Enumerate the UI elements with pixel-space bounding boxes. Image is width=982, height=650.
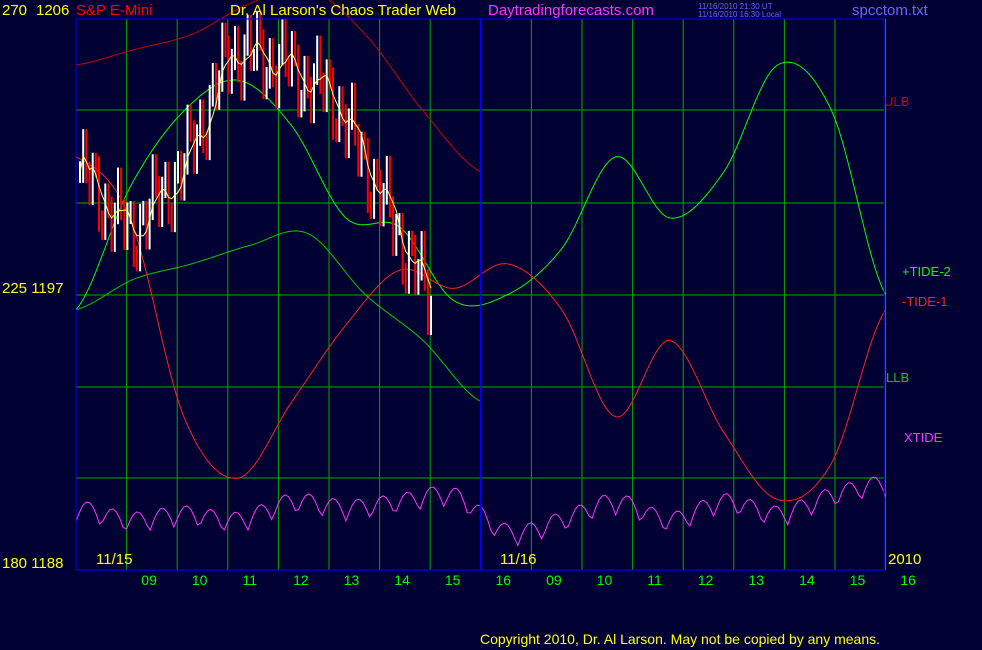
hour-label: 11 bbox=[647, 572, 662, 588]
time-local: 11/16/2010 16:30 Local bbox=[698, 10, 782, 19]
year-label: 2010 bbox=[888, 551, 922, 568]
tide1-label: -TIDE-1 bbox=[902, 294, 948, 309]
bottom-axis-label: 180 1188 bbox=[2, 555, 64, 572]
hour-label: 09 bbox=[141, 572, 157, 588]
symbol-label: S&P E-Mini bbox=[76, 2, 153, 19]
hour-label: 14 bbox=[394, 572, 410, 588]
copyright: Copyright 2010, Dr. Al Larson. May not b… bbox=[480, 631, 881, 647]
site-name: Daytradingforecasts.com bbox=[488, 2, 654, 19]
tide2-label: +TIDE-2 bbox=[902, 264, 951, 279]
hour-label: 09 bbox=[546, 572, 562, 588]
hour-label: 11 bbox=[242, 572, 258, 588]
hour-label: 10 bbox=[596, 572, 613, 588]
hour-label: 12 bbox=[293, 572, 309, 588]
date-label-2: 11/16 bbox=[500, 551, 537, 568]
top-price-label: 1206 bbox=[36, 2, 70, 19]
ulb-label: ULB bbox=[884, 94, 910, 109]
mid-axis-label: 225 1197 bbox=[2, 280, 64, 297]
top-left-axis-label: 270 bbox=[2, 2, 28, 19]
hour-label: 14 bbox=[799, 572, 815, 588]
hour-label: 16 bbox=[900, 572, 916, 588]
chart-canvas bbox=[0, 0, 982, 650]
llb-label: LLB bbox=[886, 370, 910, 385]
hour-label: 10 bbox=[191, 572, 208, 588]
file-name: spcctom.txt bbox=[852, 2, 928, 19]
hour-label: 16 bbox=[495, 572, 512, 588]
hour-label: 13 bbox=[748, 572, 765, 588]
hour-label: 15 bbox=[444, 572, 461, 588]
hour-label: 13 bbox=[343, 572, 360, 588]
date-label-1: 11/15 bbox=[96, 551, 133, 568]
hour-label: 12 bbox=[697, 572, 714, 588]
hour-label: 15 bbox=[849, 572, 866, 588]
chart-title: Dr. Al Larson's Chaos Trader Web bbox=[230, 2, 457, 19]
xtide-label: XTIDE bbox=[904, 430, 943, 445]
